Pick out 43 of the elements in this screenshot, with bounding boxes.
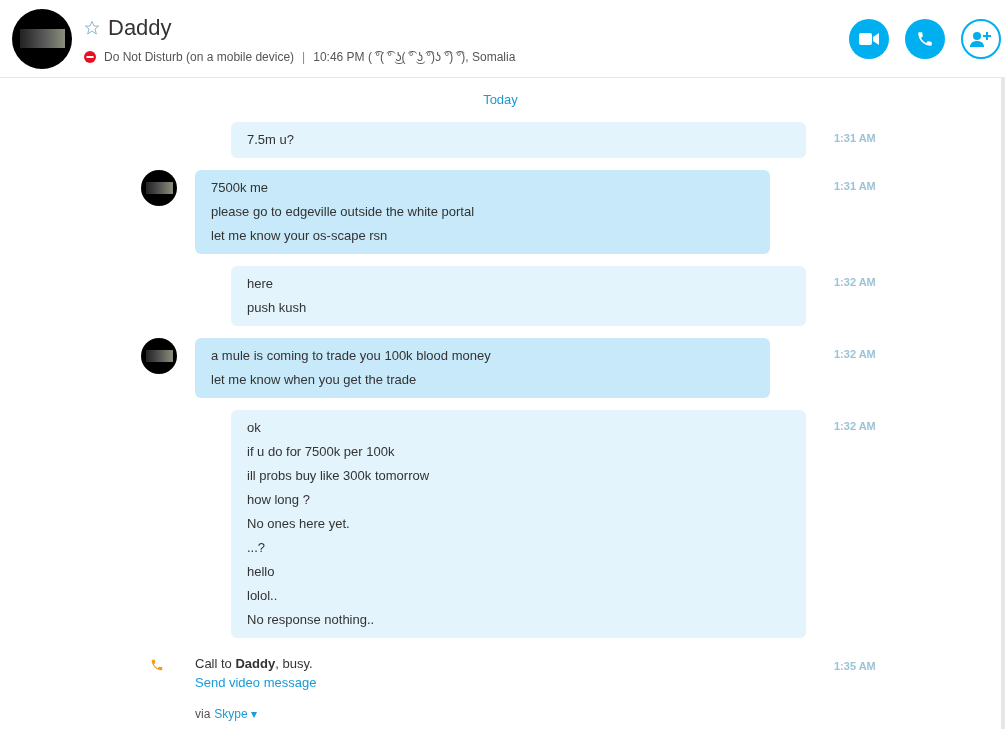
video-call-button[interactable]: [849, 18, 889, 59]
phone-icon: [916, 29, 934, 48]
add-person-icon: [970, 29, 992, 48]
message-time: 1:31 AM: [833, 130, 877, 146]
contact-status: Do Not Disturb (on a mobile device): [104, 49, 295, 66]
message-text: push kush: [247, 298, 308, 317]
message-time: 1:32 AM: [833, 346, 877, 362]
message-text: let me know your os-scape rsn: [211, 226, 389, 245]
message-text: please go to edgeville outside the white portal: [211, 202, 476, 221]
call-button[interactable]: [905, 18, 945, 59]
message-text: let me know when you get the trade: [211, 370, 418, 389]
message-time: 1:35 AM: [833, 658, 877, 674]
message-text: ill probs buy like 300k tomorrow: [247, 466, 431, 485]
contact-avatar: [141, 169, 177, 206]
phone-icon: [150, 657, 164, 672]
via-label: via: [195, 705, 211, 723]
contact-details: 10:46 PM ( ͡°( ͡° ͜ʖ( ͡° ͜ʖ ͡°)ʖ ͡°) ͡°), Somalia: [313, 49, 516, 66]
message-text: lolol..: [247, 586, 279, 605]
date-divider: Today: [482, 91, 519, 109]
skype-link[interactable]: Skype ▾: [214, 704, 258, 723]
message-text: 7500k me: [211, 178, 270, 197]
message-text: here: [247, 274, 275, 293]
message-time: 1:32 AM: [833, 418, 877, 434]
message-text: a mule is coming to trade you 100k blood money: [211, 346, 492, 365]
do-not-disturb-icon: [84, 51, 96, 63]
send-video-message-link[interactable]: Send video message: [195, 675, 317, 690]
message-text: 7.5m u?: [247, 130, 295, 149]
message-text: hello: [247, 562, 276, 581]
separator: |: [302, 49, 306, 66]
message-text: No response nothing..: [247, 610, 376, 629]
video-camera-icon: [859, 31, 879, 46]
star-icon[interactable]: [84, 19, 100, 36]
message-text: ok: [247, 418, 262, 437]
call-status: Call to Daddy, busy.: [195, 654, 314, 673]
message-text: how long ?: [247, 490, 311, 509]
message-text: if u do for 7500k per 100k: [247, 442, 396, 461]
message-time: 1:32 AM: [833, 274, 877, 290]
add-contact-button[interactable]: [961, 18, 1001, 59]
message-text: No ones here yet.: [247, 514, 351, 533]
message-text: ...?: [247, 538, 267, 557]
contact-name: Daddy: [108, 14, 172, 42]
message-time: 1:31 AM: [833, 178, 877, 194]
contact-avatar: [141, 337, 177, 374]
